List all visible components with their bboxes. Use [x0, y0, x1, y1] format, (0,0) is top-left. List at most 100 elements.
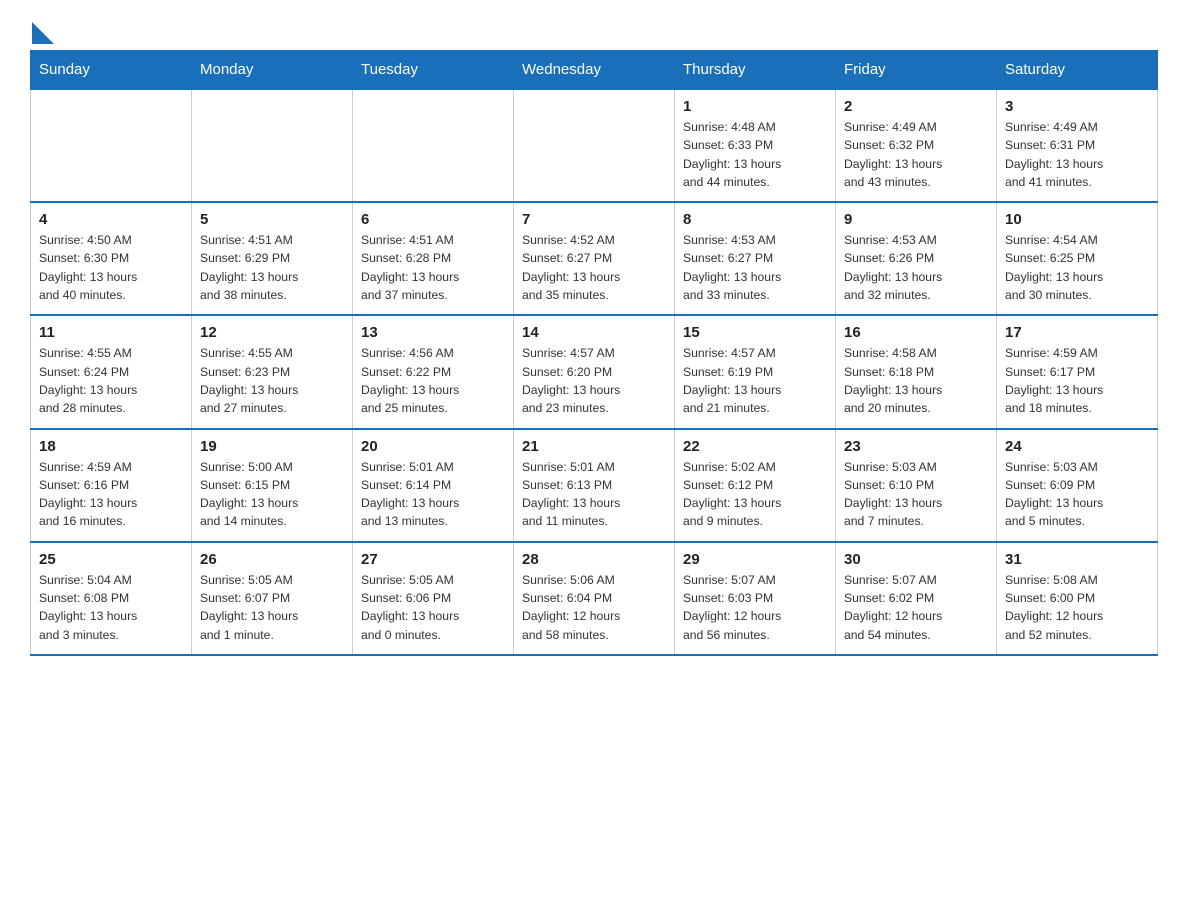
calendar-week-row: 18 Sunrise: 4:59 AM Sunset: 6:16 PM Dayli… [31, 429, 1158, 542]
day-number: 13 [361, 324, 505, 341]
day-info: Sunrise: 5:05 AM Sunset: 6:07 PM Dayligh… [200, 571, 344, 644]
calendar-cell: 12 Sunrise: 4:55 AM Sunset: 6:23 PM Dayli… [192, 315, 353, 428]
day-number: 29 [683, 551, 827, 568]
header-day-saturday: Saturday [997, 51, 1158, 90]
calendar-table: SundayMondayTuesdayWednesdayThursdayFrid… [30, 50, 1158, 656]
day-info: Sunrise: 4:57 AM Sunset: 6:19 PM Dayligh… [683, 344, 827, 417]
page-header [30, 20, 1158, 40]
day-info: Sunrise: 5:01 AM Sunset: 6:14 PM Dayligh… [361, 458, 505, 531]
calendar-cell [192, 89, 353, 202]
calendar-cell: 21 Sunrise: 5:01 AM Sunset: 6:13 PM Dayli… [514, 429, 675, 542]
day-info: Sunrise: 4:51 AM Sunset: 6:28 PM Dayligh… [361, 231, 505, 304]
calendar-cell: 26Sunrise: 5:05 AM Sunset: 6:07 PM Dayli… [192, 542, 353, 655]
calendar-cell: 20 Sunrise: 5:01 AM Sunset: 6:14 PM Dayli… [353, 429, 514, 542]
calendar-cell: 8 Sunrise: 4:53 AM Sunset: 6:27 PM Daylig… [675, 202, 836, 315]
calendar-cell: 14 Sunrise: 4:57 AM Sunset: 6:20 PM Dayli… [514, 315, 675, 428]
calendar-cell [353, 89, 514, 202]
header-day-tuesday: Tuesday [353, 51, 514, 90]
calendar-cell: 2 Sunrise: 4:49 AM Sunset: 6:32 PM Daylig… [836, 89, 997, 202]
day-info: Sunrise: 4:49 AM Sunset: 6:31 PM Dayligh… [1005, 118, 1149, 191]
calendar-cell: 5 Sunrise: 4:51 AM Sunset: 6:29 PM Daylig… [192, 202, 353, 315]
calendar-cell: 4 Sunrise: 4:50 AM Sunset: 6:30 PM Daylig… [31, 202, 192, 315]
day-info: Sunrise: 5:07 AM Sunset: 6:03 PM Dayligh… [683, 571, 827, 644]
calendar-cell: 6Sunrise: 4:51 AM Sunset: 6:28 PM Daylig… [353, 202, 514, 315]
calendar-cell [514, 89, 675, 202]
calendar-week-row: 25Sunrise: 5:04 AM Sunset: 6:08 PM Dayli… [31, 542, 1158, 655]
calendar-cell: 7Sunrise: 4:52 AM Sunset: 6:27 PM Daylig… [514, 202, 675, 315]
logo [30, 20, 54, 40]
day-info: Sunrise: 5:07 AM Sunset: 6:02 PM Dayligh… [844, 571, 988, 644]
day-number: 10 [1005, 211, 1149, 228]
day-number: 22 [683, 438, 827, 455]
day-info: Sunrise: 4:53 AM Sunset: 6:27 PM Dayligh… [683, 231, 827, 304]
day-number: 28 [522, 551, 666, 568]
day-info: Sunrise: 4:57 AM Sunset: 6:20 PM Dayligh… [522, 344, 666, 417]
calendar-cell: 24 Sunrise: 5:03 AM Sunset: 6:09 PM Dayli… [997, 429, 1158, 542]
header-day-monday: Monday [192, 51, 353, 90]
calendar-week-row: 11 Sunrise: 4:55 AM Sunset: 6:24 PM Dayli… [31, 315, 1158, 428]
day-info: Sunrise: 5:03 AM Sunset: 6:09 PM Dayligh… [1005, 458, 1149, 531]
day-number: 18 [39, 438, 183, 455]
header-day-friday: Friday [836, 51, 997, 90]
day-number: 3 [1005, 98, 1149, 115]
day-info: Sunrise: 5:06 AM Sunset: 6:04 PM Dayligh… [522, 571, 666, 644]
header-day-sunday: Sunday [31, 51, 192, 90]
day-info: Sunrise: 4:59 AM Sunset: 6:16 PM Dayligh… [39, 458, 183, 531]
day-info: Sunrise: 5:01 AM Sunset: 6:13 PM Dayligh… [522, 458, 666, 531]
day-number: 20 [361, 438, 505, 455]
day-number: 27 [361, 551, 505, 568]
day-number: 25 [39, 551, 183, 568]
day-info: Sunrise: 4:58 AM Sunset: 6:18 PM Dayligh… [844, 344, 988, 417]
day-number: 24 [1005, 438, 1149, 455]
day-number: 15 [683, 324, 827, 341]
day-number: 14 [522, 324, 666, 341]
day-info: Sunrise: 4:51 AM Sunset: 6:29 PM Dayligh… [200, 231, 344, 304]
day-number: 23 [844, 438, 988, 455]
day-info: Sunrise: 4:55 AM Sunset: 6:24 PM Dayligh… [39, 344, 183, 417]
calendar-cell: 19 Sunrise: 5:00 AM Sunset: 6:15 PM Dayli… [192, 429, 353, 542]
day-info: Sunrise: 4:48 AM Sunset: 6:33 PM Dayligh… [683, 118, 827, 191]
calendar-cell: 22 Sunrise: 5:02 AM Sunset: 6:12 PM Dayli… [675, 429, 836, 542]
day-info: Sunrise: 5:05 AM Sunset: 6:06 PM Dayligh… [361, 571, 505, 644]
calendar-cell: 3 Sunrise: 4:49 AM Sunset: 6:31 PM Daylig… [997, 89, 1158, 202]
day-number: 11 [39, 324, 183, 341]
day-number: 2 [844, 98, 988, 115]
day-number: 1 [683, 98, 827, 115]
calendar-cell: 29 Sunrise: 5:07 AM Sunset: 6:03 PM Dayli… [675, 542, 836, 655]
day-number: 31 [1005, 551, 1149, 568]
calendar-cell: 11 Sunrise: 4:55 AM Sunset: 6:24 PM Dayli… [31, 315, 192, 428]
day-number: 5 [200, 211, 344, 228]
day-number: 17 [1005, 324, 1149, 341]
calendar-week-row: 1 Sunrise: 4:48 AM Sunset: 6:33 PM Daylig… [31, 89, 1158, 202]
calendar-cell: 15 Sunrise: 4:57 AM Sunset: 6:19 PM Dayli… [675, 315, 836, 428]
day-number: 19 [200, 438, 344, 455]
day-number: 9 [844, 211, 988, 228]
day-info: Sunrise: 4:49 AM Sunset: 6:32 PM Dayligh… [844, 118, 988, 191]
day-info: Sunrise: 4:50 AM Sunset: 6:30 PM Dayligh… [39, 231, 183, 304]
calendar-header-row: SundayMondayTuesdayWednesdayThursdayFrid… [31, 51, 1158, 90]
day-info: Sunrise: 5:08 AM Sunset: 6:00 PM Dayligh… [1005, 571, 1149, 644]
day-info: Sunrise: 5:02 AM Sunset: 6:12 PM Dayligh… [683, 458, 827, 531]
day-info: Sunrise: 4:56 AM Sunset: 6:22 PM Dayligh… [361, 344, 505, 417]
calendar-cell: 30Sunrise: 5:07 AM Sunset: 6:02 PM Dayli… [836, 542, 997, 655]
calendar-cell: 1 Sunrise: 4:48 AM Sunset: 6:33 PM Daylig… [675, 89, 836, 202]
header-day-wednesday: Wednesday [514, 51, 675, 90]
day-number: 21 [522, 438, 666, 455]
logo-triangle-icon [32, 22, 54, 44]
calendar-cell: 18 Sunrise: 4:59 AM Sunset: 6:16 PM Dayli… [31, 429, 192, 542]
day-info: Sunrise: 4:53 AM Sunset: 6:26 PM Dayligh… [844, 231, 988, 304]
calendar-cell: 10 Sunrise: 4:54 AM Sunset: 6:25 PM Dayli… [997, 202, 1158, 315]
calendar-cell: 13 Sunrise: 4:56 AM Sunset: 6:22 PM Dayli… [353, 315, 514, 428]
day-info: Sunrise: 4:59 AM Sunset: 6:17 PM Dayligh… [1005, 344, 1149, 417]
calendar-cell: 31 Sunrise: 5:08 AM Sunset: 6:00 PM Dayli… [997, 542, 1158, 655]
calendar-cell: 17 Sunrise: 4:59 AM Sunset: 6:17 PM Dayli… [997, 315, 1158, 428]
day-number: 12 [200, 324, 344, 341]
day-number: 8 [683, 211, 827, 228]
day-info: Sunrise: 4:55 AM Sunset: 6:23 PM Dayligh… [200, 344, 344, 417]
day-info: Sunrise: 4:54 AM Sunset: 6:25 PM Dayligh… [1005, 231, 1149, 304]
calendar-cell: 23Sunrise: 5:03 AM Sunset: 6:10 PM Dayli… [836, 429, 997, 542]
day-number: 4 [39, 211, 183, 228]
calendar-cell: 27 Sunrise: 5:05 AM Sunset: 6:06 PM Dayli… [353, 542, 514, 655]
day-info: Sunrise: 4:52 AM Sunset: 6:27 PM Dayligh… [522, 231, 666, 304]
day-info: Sunrise: 5:00 AM Sunset: 6:15 PM Dayligh… [200, 458, 344, 531]
